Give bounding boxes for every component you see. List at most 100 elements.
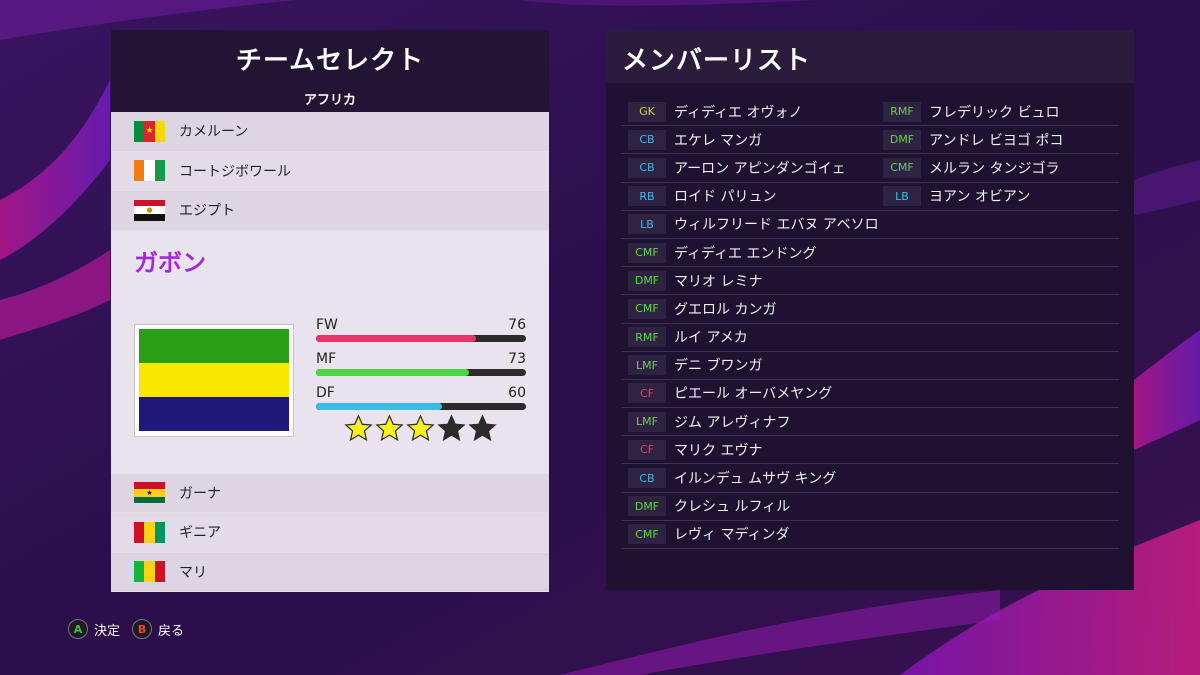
- position-badge: CMF: [628, 242, 666, 263]
- player-row[interactable]: LB ヨアン オビアン: [876, 183, 1119, 211]
- player-row[interactable]: DMF アンドレ ビヨゴ ポコ: [876, 126, 1119, 155]
- player-row[interactable]: CMF ディディエ エンドング: [621, 239, 1119, 268]
- country-name: エジプト: [179, 203, 235, 220]
- country-name: ガーナ: [179, 485, 221, 502]
- position-badge: CMF: [883, 157, 921, 178]
- stat-fill: [316, 402, 442, 410]
- star-rating: [344, 413, 497, 443]
- player-name: ディディエ オヴォノ: [674, 104, 803, 121]
- player-row[interactable]: RMF フレデリック ビュロ: [876, 98, 1119, 127]
- stat-bar: [316, 402, 526, 410]
- selected-team-name: ガボン: [134, 248, 206, 277]
- player-row[interactable]: LB ウィルフリード エバヌ アベソロ: [621, 211, 1119, 239]
- team-select-header: チームセレクト アフリカ: [111, 30, 549, 112]
- player-row[interactable]: DMF マリオ レミナ: [621, 267, 1119, 296]
- mali-flag-icon: [134, 561, 165, 583]
- player-name: アンドレ ビヨゴ ポコ: [929, 132, 1064, 149]
- position-badge: LB: [628, 214, 666, 235]
- position-badge: CB: [628, 468, 666, 489]
- position-badge: CMF: [628, 524, 666, 545]
- position-badge: DMF: [628, 496, 666, 517]
- player-name: ジム アレヴィナフ: [674, 414, 791, 431]
- stat-df: DF 60: [316, 385, 526, 410]
- player-name: ピエール オーバメヤング: [674, 386, 833, 403]
- player-row[interactable]: CF ピエール オーバメヤング: [621, 380, 1119, 409]
- confirm-label: 決定: [94, 623, 121, 639]
- cameroon-flag-icon: ★: [134, 120, 165, 142]
- member-column-2: RMF フレデリック ビュロ DMF アンドレ ビヨゴ ポコ CMF メルラン タンジゴラ…: [876, 98, 1119, 211]
- position-badge: LB: [883, 186, 921, 207]
- star-filled-icon: [375, 413, 404, 441]
- country-name: ギニア: [179, 525, 221, 542]
- team-select-panel: チームセレクト アフリカ ★ カメルーン コートジボワール ● エジプト ガボン: [111, 30, 549, 592]
- player-row[interactable]: RMF ルイ アメカ: [621, 324, 1119, 352]
- position-badge: CF: [628, 439, 666, 460]
- selected-team-card[interactable]: ガボン FW 76 MF 73 DF 60: [111, 230, 549, 474]
- player-name: ロイド パリュン: [674, 189, 777, 206]
- player-row[interactable]: CMF レヴィ マディンダ: [621, 521, 1119, 549]
- position-badge: CB: [628, 129, 666, 150]
- country-item-guinea[interactable]: ギニア: [111, 513, 549, 553]
- player-row[interactable]: CMF グエロル カンガ: [621, 295, 1119, 324]
- position-badge: CMF: [628, 298, 666, 319]
- member-list-panel: メンバーリスト GK ディディエ オヴォノ CB エケレ マンガ CB アーロン アピンダ…: [606, 30, 1134, 590]
- position-badge: LMF: [628, 411, 666, 432]
- stat-label: DF: [316, 384, 335, 401]
- player-name: レヴィ マディンダ: [674, 527, 790, 544]
- player-name: アーロン アピンダンゴイェ: [674, 160, 846, 177]
- player-row[interactable]: LMF ジム アレヴィナフ: [621, 408, 1119, 437]
- player-name: エケレ マンガ: [674, 132, 763, 149]
- player-name: ウィルフリード エバヌ アベソロ: [674, 217, 879, 234]
- position-badge: RB: [628, 186, 666, 207]
- country-name: コートジボワール: [179, 163, 291, 180]
- position-badge: LMF: [628, 355, 666, 376]
- star-empty-icon: [437, 413, 466, 441]
- stat-value: 60: [508, 384, 526, 401]
- position-badge: GK: [628, 101, 666, 122]
- country-item-cameroon[interactable]: ★ カメルーン: [111, 112, 549, 152]
- stat-mf: MF 73: [316, 351, 526, 376]
- button-guide: A 決定 B 戻る: [68, 619, 184, 639]
- position-badge: CB: [628, 157, 666, 178]
- position-badge: DMF: [883, 129, 921, 150]
- guinea-flag-icon: [134, 521, 165, 543]
- stat-label: MF: [316, 350, 337, 367]
- ivory-coast-flag-icon: [134, 160, 165, 182]
- gabon-flag-icon: [134, 323, 294, 437]
- player-row[interactable]: DMF クレシュ ルフィル: [621, 493, 1119, 521]
- back-label: 戻る: [158, 623, 185, 639]
- country-item-egypt[interactable]: ● エジプト: [111, 191, 549, 231]
- country-item-ghana[interactable]: ★ ガーナ: [111, 473, 549, 513]
- ghana-flag-icon: ★: [134, 482, 165, 504]
- player-row[interactable]: CF マリク エヴナ: [621, 436, 1119, 465]
- stat-fw: FW 76: [316, 317, 526, 342]
- player-name: マリオ レミナ: [674, 273, 763, 290]
- country-name: カメルーン: [179, 124, 249, 141]
- country-item-mali[interactable]: マリ: [111, 552, 549, 592]
- star-filled-icon: [406, 413, 435, 441]
- a-button-icon: A: [68, 619, 88, 639]
- stat-label: FW: [316, 316, 338, 333]
- player-name: ヨアン オビアン: [929, 189, 1031, 206]
- member-list-title: メンバーリスト: [606, 30, 1134, 83]
- region-label: アフリカ: [303, 93, 356, 108]
- stat-value: 76: [508, 316, 526, 333]
- b-button-icon: B: [132, 619, 153, 639]
- stat-fill: [316, 368, 470, 376]
- player-name: ルイ アメカ: [674, 330, 748, 347]
- position-badge: CF: [628, 383, 666, 404]
- panel-title: チームセレクト: [235, 46, 425, 76]
- player-row[interactable]: CB イルンデュ ムサヴ キング: [621, 464, 1119, 493]
- stat-bar: [316, 334, 526, 342]
- star-empty-icon: [468, 413, 497, 441]
- player-row[interactable]: LMF デニ ブワンガ: [621, 352, 1119, 380]
- player-row[interactable]: CMF メルラン タンジゴラ: [876, 154, 1119, 183]
- position-badge: DMF: [628, 270, 666, 291]
- country-item-ivory-coast[interactable]: コートジボワール: [111, 151, 549, 191]
- country-name: マリ: [179, 564, 207, 581]
- player-name: マリク エヴナ: [674, 442, 763, 459]
- player-name: ディディエ エンドング: [674, 245, 817, 262]
- player-name: グエロル カンガ: [674, 301, 777, 318]
- position-badge: RMF: [628, 327, 666, 348]
- stat-bar: [316, 368, 526, 376]
